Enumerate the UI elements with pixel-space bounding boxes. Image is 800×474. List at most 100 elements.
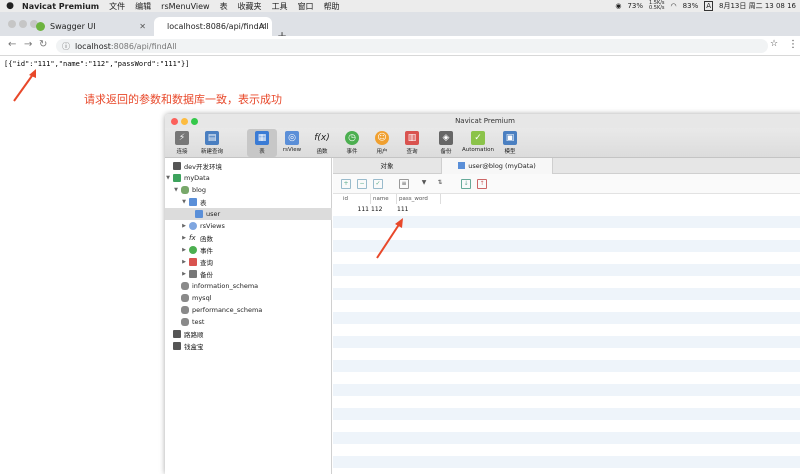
forward-icon[interactable]: → [24, 39, 32, 50]
navicat-toolbar: ⚡ 连接 ▤ 新建查询 ▦ 表 ◎ rsView f(x) 函数 ◷ 事件 ☺ … [165, 128, 800, 158]
tree-item-mydata[interactable]: ▼ myData [165, 172, 332, 184]
expand-icon[interactable]: ▶ [181, 271, 187, 277]
wifi-icon[interactable]: ◠ [671, 2, 677, 10]
toolbar-label: 查询 [406, 149, 418, 155]
close-window-icon[interactable] [8, 20, 16, 28]
browser-tab-swagger[interactable]: Swagger UI ✕ [28, 17, 152, 36]
close-tab-icon[interactable]: ✕ [259, 22, 266, 31]
net-down: 0.5K/s [649, 5, 665, 11]
menu-window[interactable]: 窗口 [298, 1, 314, 12]
expand-icon[interactable]: ▶ [181, 235, 187, 241]
expand-icon[interactable]: ▶ [181, 259, 187, 265]
tree-item-blog[interactable]: ▼ blog [165, 184, 332, 196]
toolbar-label: 用户 [376, 149, 388, 155]
table-row[interactable]: 111 112 111 [333, 204, 800, 216]
clock-text[interactable]: 8月13日 周二 13 08 16 [719, 1, 796, 11]
input-method-icon[interactable]: A [704, 1, 714, 11]
empty-row [333, 444, 800, 456]
empty-row [333, 336, 800, 348]
wechat-icon[interactable]: ◉ [615, 2, 621, 10]
minimize-window-icon[interactable] [181, 118, 188, 125]
tree-item-queries[interactable]: ▶ 查询 [165, 256, 332, 268]
expand-icon[interactable]: ▼ [173, 187, 179, 193]
toolbar-function-button[interactable]: f(x) 函数 [307, 129, 337, 155]
tree-item-dev[interactable]: dev开发环境 [165, 160, 332, 172]
tree-item-functions[interactable]: ▶ fx 函数 [165, 232, 332, 244]
close-window-icon[interactable] [171, 118, 178, 125]
navicat-title-bar: Navicat Premium [165, 114, 800, 128]
toolbar-query-button[interactable]: ▥ 查询 [397, 129, 427, 155]
toolbar-table-button[interactable]: ▦ 表 [247, 129, 277, 157]
tree-item-qianhebao[interactable]: 钱盒宝 [165, 340, 332, 352]
import-icon[interactable]: ↓ [461, 179, 471, 189]
cell-name[interactable]: 112 [371, 204, 382, 216]
tree-label: myData [184, 174, 210, 182]
bookmark-star-icon[interactable]: ☆ [770, 39, 778, 49]
delete-record-icon[interactable]: − [357, 179, 367, 189]
menu-app-name[interactable]: Navicat Premium [22, 2, 99, 11]
toolbar-event-button[interactable]: ◷ 事件 [337, 129, 367, 155]
tree-item-backups[interactable]: ▶ 备份 [165, 268, 332, 280]
menu-tools[interactable]: 工具 [272, 1, 288, 12]
expand-icon[interactable]: ▼ [181, 199, 187, 205]
window-title: Navicat Premium [455, 117, 515, 125]
cell-password[interactable]: 111 [397, 204, 409, 216]
menu-view[interactable]: rsMenuView [161, 2, 209, 11]
menu-help[interactable]: 帮助 [324, 1, 340, 12]
tree-item-information-schema[interactable]: information_schema [165, 280, 332, 292]
tree-item-user[interactable]: user [165, 208, 332, 220]
tree-item-mysql[interactable]: mysql [165, 292, 332, 304]
address-bar[interactable]: ⓘ localhost:8086/api/findAll [56, 39, 768, 53]
tree-item-test[interactable]: test [165, 316, 332, 328]
tree-item-lulushun[interactable]: 路路顺 [165, 328, 332, 340]
toolbar-user-button[interactable]: ☺ 用户 [367, 129, 397, 155]
tree-item-performance-schema[interactable]: performance_schema [165, 304, 332, 316]
apple-menu-icon[interactable]: ● [5, 1, 15, 11]
apply-changes-icon[interactable]: ✓ [373, 179, 383, 189]
menu-edit[interactable]: 编辑 [135, 1, 151, 12]
battery-percent[interactable]: 73% [627, 2, 643, 10]
toolbar-automation-button[interactable]: ✓ Automation [461, 129, 495, 153]
tree-label: performance_schema [192, 306, 263, 314]
tree-item-tables[interactable]: ▼ 表 [165, 196, 332, 208]
minimize-window-icon[interactable] [19, 20, 27, 28]
menu-file[interactable]: 文件 [109, 1, 125, 12]
toolbar-connect-button[interactable]: ⚡ 连接 [167, 129, 197, 155]
toolbar-new-query-button[interactable]: ▤ 新建查询 [197, 129, 227, 155]
close-tab-icon[interactable]: ✕ [139, 22, 146, 31]
toolbar-view-button[interactable]: ◎ rsView [277, 129, 307, 153]
cell-id[interactable]: 111 [341, 204, 371, 216]
export-icon[interactable]: ↑ [477, 179, 487, 189]
column-header-password[interactable]: pass_word [397, 194, 441, 204]
column-header-id[interactable]: id [341, 194, 371, 204]
swagger-favicon-icon [36, 22, 45, 31]
expand-icon[interactable]: ▶ [181, 223, 187, 229]
reload-icon[interactable]: ↻ [39, 39, 47, 50]
tab-user-table[interactable]: user@blog (myData) [441, 158, 553, 174]
filter-icon[interactable]: ▼ [419, 179, 429, 189]
table-icon: ▦ [255, 131, 269, 145]
text-view-icon[interactable]: ≡ [399, 179, 409, 189]
toolbar-model-button[interactable]: ▣ 模型 [495, 129, 525, 155]
navicat-window: Navicat Premium ⚡ 连接 ▤ 新建查询 ▦ 表 ◎ rsView… [165, 114, 800, 474]
add-record-icon[interactable]: + [341, 179, 351, 189]
tree-label: rsViews [200, 222, 225, 230]
zoom-window-icon[interactable] [191, 118, 198, 125]
database-icon [181, 186, 189, 194]
menu-kebab-icon[interactable]: ⋮ [788, 39, 798, 50]
expand-icon[interactable]: ▼ [165, 175, 171, 181]
column-header-name[interactable]: name [371, 194, 397, 204]
sort-icon[interactable]: ⇅ [435, 179, 445, 189]
info-icon[interactable]: ⓘ [62, 41, 70, 52]
expand-icon[interactable]: ▶ [181, 247, 187, 253]
menu-favorites[interactable]: 收藏夹 [238, 1, 262, 12]
menu-table[interactable]: 表 [220, 1, 228, 12]
browser-tab-findall[interactable]: localhost:8086/api/findAll ✕ [154, 17, 272, 36]
function-icon: f(x) [314, 133, 330, 143]
back-icon[interactable]: ← [8, 39, 16, 50]
tree-item-views[interactable]: ▶ rsViews [165, 220, 332, 232]
toolbar-label: 表 [259, 149, 265, 155]
toolbar-backup-button[interactable]: ◈ 备份 [431, 129, 461, 155]
tab-objects[interactable]: 对象 [333, 158, 441, 174]
tree-item-events[interactable]: ▶ 事件 [165, 244, 332, 256]
